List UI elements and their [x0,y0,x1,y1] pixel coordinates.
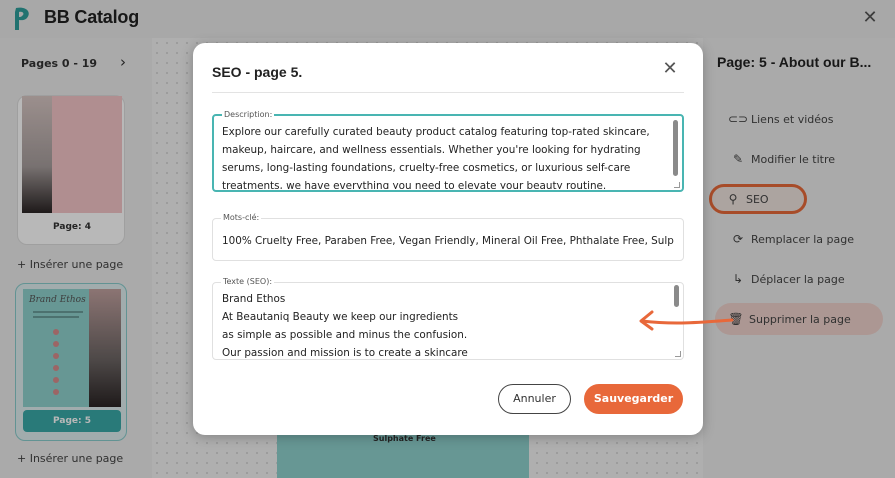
seo-text-field[interactable]: Texte (SEO): Brand Ethos At Beautaniq Be… [212,276,684,360]
resize-handle-icon[interactable] [675,351,681,357]
description-text[interactable]: Explore our carefully curated beauty pro… [222,123,670,189]
keywords-label: Mots-clé: [221,212,262,224]
divider [212,92,684,93]
keywords-text[interactable]: 100% Cruelty Free, Paraben Free, Vegan F… [222,232,674,250]
cancel-button[interactable]: Annuler [498,384,571,414]
description-field[interactable]: Description: Explore our carefully curat… [212,109,684,192]
scrollbar[interactable] [673,120,678,176]
description-label: Description: [222,109,275,121]
seo-dialog: SEO - page 5. ✕ Description: Explore our… [193,43,703,435]
dialog-title: SEO - page 5. [212,64,303,80]
seo-text-label: Texte (SEO): [221,276,275,288]
scrollbar[interactable] [674,285,679,307]
annotation-arrow-icon [639,310,734,331]
save-button[interactable]: Sauvegarder [584,384,683,414]
seo-text-content[interactable]: Brand Ethos At Beautaniq Beauty we keep … [222,290,670,360]
resize-handle-icon[interactable] [674,182,680,188]
keywords-field[interactable]: Mots-clé: 100% Cruelty Free, Paraben Fre… [212,212,684,261]
close-icon[interactable]: ✕ [661,59,679,79]
